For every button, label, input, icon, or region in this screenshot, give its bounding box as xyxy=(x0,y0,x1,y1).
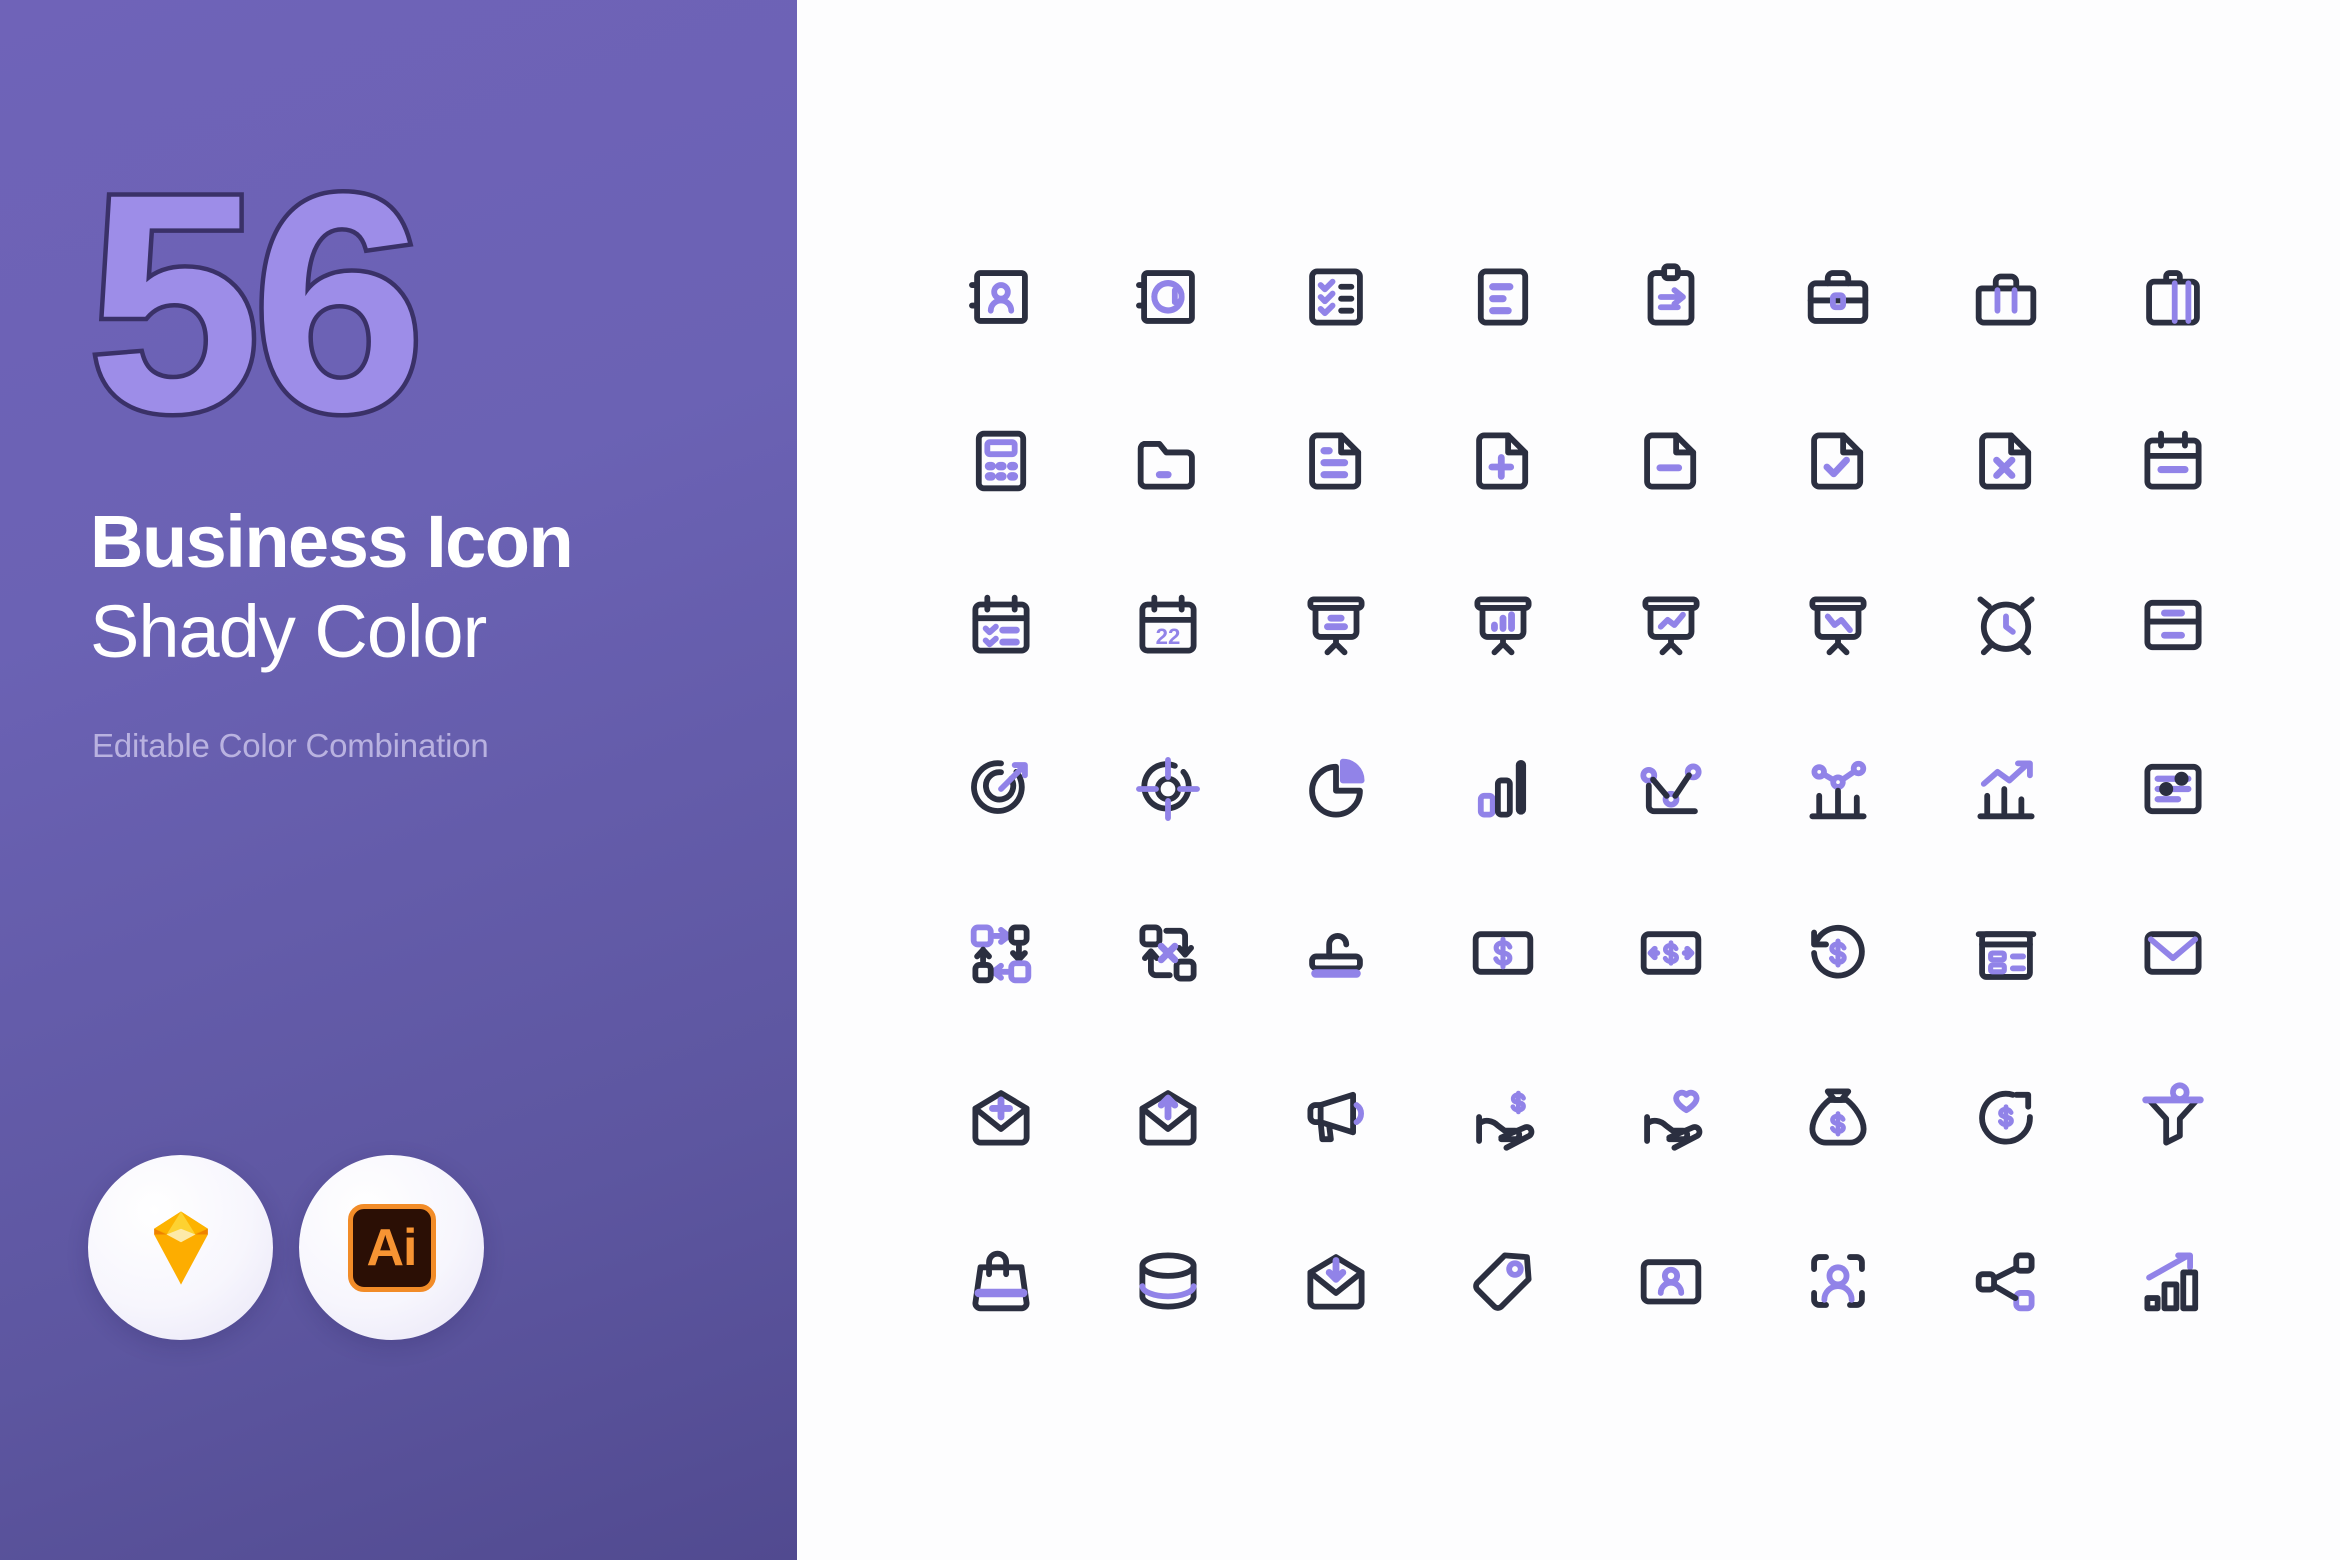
mail-envelope-icon[interactable] xyxy=(2125,905,2221,1001)
svg-text:22: 22 xyxy=(1156,624,1181,649)
task-list-icon[interactable] xyxy=(2125,741,2221,837)
clipboard-arrow-icon[interactable] xyxy=(1623,249,1719,345)
document-minus-icon[interactable] xyxy=(1623,413,1719,509)
mail-upload-icon[interactable] xyxy=(1120,1069,1216,1165)
suitcase-icon[interactable] xyxy=(2125,249,2221,345)
presentation-line-up-icon[interactable] xyxy=(1623,577,1719,673)
icon-showcase-panel: 22 xyxy=(797,0,2340,1560)
network-graph-icon[interactable] xyxy=(1623,741,1719,837)
hand-money-icon[interactable] xyxy=(1455,1069,1551,1165)
presentation-bar-chart-icon[interactable] xyxy=(1455,577,1551,673)
workflow-transfer-icon[interactable] xyxy=(953,905,1049,1001)
piggy-bank-icon[interactable] xyxy=(1958,1069,2054,1165)
price-tag-icon[interactable] xyxy=(1455,1233,1551,1329)
face-scan-icon[interactable] xyxy=(1790,1233,1886,1329)
document-close-icon[interactable] xyxy=(1958,413,2054,509)
megaphone-icon[interactable] xyxy=(1288,1069,1384,1165)
mail-plus-icon[interactable] xyxy=(953,1069,1049,1165)
calendar-date-icon[interactable]: 22 xyxy=(1120,577,1216,673)
presentation-board-icon[interactable] xyxy=(1288,577,1384,673)
analytics-chart-icon[interactable] xyxy=(1790,741,1886,837)
money-exchange-icon[interactable] xyxy=(1623,905,1719,1001)
presentation-line-down-icon[interactable] xyxy=(1790,577,1886,673)
bar-chart-icon[interactable] xyxy=(1455,741,1551,837)
format-badges: Ai xyxy=(88,1155,484,1340)
icon-count: 56 xyxy=(84,129,430,476)
briefcase-icon[interactable] xyxy=(1790,249,1886,345)
database-icon[interactable] xyxy=(1120,1233,1216,1329)
id-card-icon[interactable] xyxy=(1623,1233,1719,1329)
page-note: Editable Color Combination xyxy=(92,727,489,764)
calculator-register-icon[interactable] xyxy=(1958,905,2054,1001)
calendar-blank-icon[interactable] xyxy=(2125,413,2221,509)
archive-box-icon[interactable] xyxy=(2125,577,2221,673)
workflow-cancel-icon[interactable] xyxy=(1120,905,1216,1001)
adobe-illustrator-badge[interactable]: Ai xyxy=(299,1155,484,1340)
contact-book-icon[interactable] xyxy=(953,249,1049,345)
document-plus-icon[interactable] xyxy=(1455,413,1551,509)
sales-funnel-icon[interactable] xyxy=(2125,1069,2221,1165)
checklist-clipboard-icon[interactable] xyxy=(1288,249,1384,345)
left-cover-panel: 56 Business Icon Shady Color Editable Co… xyxy=(0,0,797,1560)
growth-chart-icon[interactable] xyxy=(1958,741,2054,837)
money-bag-icon[interactable] xyxy=(1790,1069,1886,1165)
hand-heart-icon[interactable] xyxy=(1623,1069,1719,1165)
calendar-checklist-icon[interactable] xyxy=(953,577,1049,673)
share-network-icon[interactable] xyxy=(1958,1233,2054,1329)
page-title: Business Icon xyxy=(90,500,574,583)
email-book-icon[interactable] xyxy=(1120,249,1216,345)
refund-clock-icon[interactable] xyxy=(1790,905,1886,1001)
growth-bar-icon[interactable] xyxy=(2125,1233,2221,1329)
sketch-logo-badge[interactable] xyxy=(88,1155,273,1340)
sketch-diamond-icon xyxy=(153,1211,208,1284)
money-card-icon[interactable] xyxy=(1455,905,1551,1001)
shopping-bag-icon[interactable] xyxy=(953,1233,1049,1329)
folder-icon[interactable] xyxy=(1120,413,1216,509)
icon-set-presentation: 56 Business Icon Shady Color Editable Co… xyxy=(0,0,2340,1560)
document-check-icon[interactable] xyxy=(1790,413,1886,509)
icon-grid: 22 xyxy=(917,215,2257,1363)
pie-chart-icon[interactable] xyxy=(1288,741,1384,837)
stamp-icon[interactable] xyxy=(1288,905,1384,1001)
calculator-icon[interactable] xyxy=(953,413,1049,509)
document-text-icon[interactable] xyxy=(1288,413,1384,509)
target-arrow-icon[interactable] xyxy=(953,741,1049,837)
alarm-clock-icon[interactable] xyxy=(1958,577,2054,673)
document-lines-icon[interactable] xyxy=(1455,249,1551,345)
crosshair-icon[interactable] xyxy=(1120,741,1216,837)
page-subtitle: Shady Color xyxy=(90,590,487,673)
mail-download-icon[interactable] xyxy=(1288,1233,1384,1329)
ai-label: Ai xyxy=(347,1203,436,1292)
briefcase-open-icon[interactable] xyxy=(1958,249,2054,345)
